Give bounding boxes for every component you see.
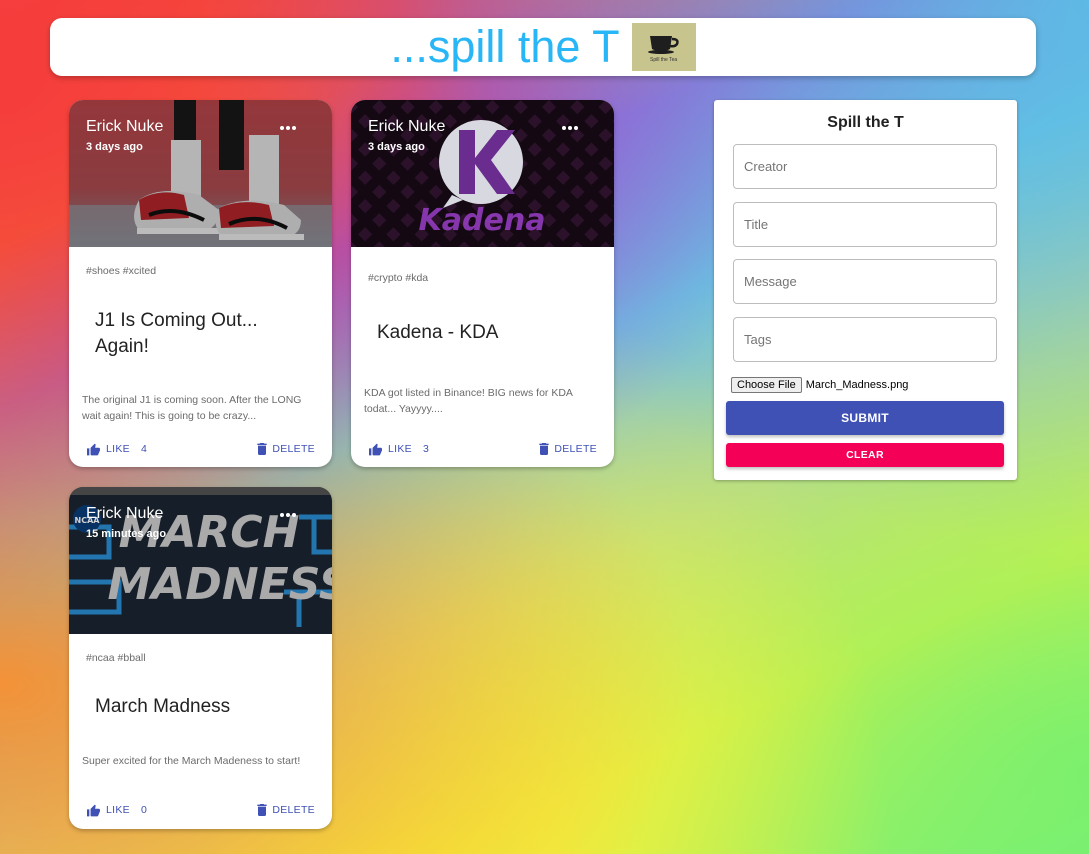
post-image-sneakers: Erick Nuke 3 days ago bbox=[69, 100, 332, 247]
like-button[interactable]: LIKE 3 bbox=[368, 443, 429, 456]
post-creator: Erick Nuke bbox=[86, 118, 164, 135]
post-timestamp: 3 days ago bbox=[368, 141, 425, 153]
post-title: J1 Is Coming Out... Again! bbox=[95, 310, 258, 357]
delete-button[interactable]: DELETE bbox=[539, 443, 597, 455]
post-tags: #shoes #xcited bbox=[86, 265, 157, 277]
post-title: March Madness bbox=[95, 696, 231, 717]
delete-button[interactable]: DELETE bbox=[257, 443, 315, 455]
title-input[interactable] bbox=[733, 202, 997, 247]
post-message: KDA got listed in Binance! BIG news for … bbox=[364, 387, 573, 415]
delete-button[interactable]: DELETE bbox=[257, 804, 315, 816]
more-options-icon[interactable] bbox=[562, 126, 584, 132]
post-image-march-madness: NCAA MARCH MADNESS Erick Nuke 15 minutes… bbox=[69, 487, 332, 634]
submit-button[interactable]: SUBMIT bbox=[726, 401, 1004, 435]
like-label: LIKE bbox=[388, 443, 412, 455]
post-title: Kadena - KDA bbox=[377, 322, 499, 343]
post-card: Erick Nuke 3 days ago #shoes #xcited J1 … bbox=[69, 100, 332, 467]
kadena-wordmark: Kadena bbox=[419, 203, 546, 238]
trash-icon bbox=[257, 443, 268, 455]
creator-input[interactable] bbox=[733, 144, 997, 189]
post-message: The original J1 is coming soon. After th… bbox=[82, 394, 302, 422]
app-bar: ...spill the T Spill the Tea bbox=[50, 18, 1036, 76]
logo-caption: Spill the Tea bbox=[650, 56, 678, 63]
choose-file-button[interactable]: Choose File bbox=[731, 377, 802, 393]
post-card: NCAA MARCH MADNESS Erick Nuke 15 minutes… bbox=[69, 487, 332, 829]
post-card: Kadena Erick Nuke 3 days ago #crypto #kd… bbox=[351, 100, 614, 467]
message-input[interactable] bbox=[733, 259, 997, 304]
post-actions: LIKE 4 DELETE bbox=[86, 441, 315, 457]
app-title: ...spill the T bbox=[390, 21, 620, 72]
thumb-up-icon bbox=[87, 443, 100, 455]
post-actions: LIKE 0 DELETE bbox=[86, 802, 315, 818]
like-button[interactable]: LIKE 4 bbox=[86, 443, 147, 456]
like-label: LIKE bbox=[106, 443, 130, 455]
like-label: LIKE bbox=[106, 804, 130, 816]
clear-button[interactable]: CLEAR bbox=[726, 443, 1004, 467]
delete-label: DELETE bbox=[272, 804, 315, 816]
teacup-logo-icon: Spill the Tea bbox=[631, 23, 696, 71]
like-count: 3 bbox=[422, 443, 430, 455]
post-tags: #ncaa #bball bbox=[86, 652, 146, 664]
like-count: 4 bbox=[140, 443, 148, 455]
post-message: Super excited for the March Madeness to … bbox=[82, 755, 301, 767]
like-count: 0 bbox=[140, 804, 148, 816]
post-creator: Erick Nuke bbox=[86, 505, 164, 522]
post-timestamp: 15 minutes ago bbox=[86, 528, 167, 540]
selected-file-name: March_Madness.png bbox=[805, 379, 909, 391]
thumb-up-icon bbox=[87, 804, 100, 816]
like-button[interactable]: LIKE 0 bbox=[86, 804, 147, 817]
post-actions: LIKE 3 DELETE bbox=[368, 441, 597, 457]
post-image-kadena: Kadena Erick Nuke 3 days ago bbox=[351, 100, 614, 247]
file-upload: Choose File March_Madness.png bbox=[731, 377, 908, 393]
delete-label: DELETE bbox=[554, 443, 597, 455]
trash-icon bbox=[539, 443, 550, 455]
post-creator: Erick Nuke bbox=[368, 118, 446, 135]
form-title: Spill the T bbox=[827, 114, 904, 131]
tags-input[interactable] bbox=[733, 317, 997, 362]
post-timestamp: 3 days ago bbox=[86, 141, 143, 153]
trash-icon bbox=[257, 804, 268, 816]
more-options-icon[interactable] bbox=[280, 513, 302, 519]
delete-label: DELETE bbox=[272, 443, 315, 455]
post-tags: #crypto #kda bbox=[368, 272, 429, 284]
more-options-icon[interactable] bbox=[280, 126, 302, 132]
create-post-form: Spill the T Choose File March_Madness.pn… bbox=[714, 100, 1017, 480]
thumb-up-icon bbox=[369, 443, 382, 455]
